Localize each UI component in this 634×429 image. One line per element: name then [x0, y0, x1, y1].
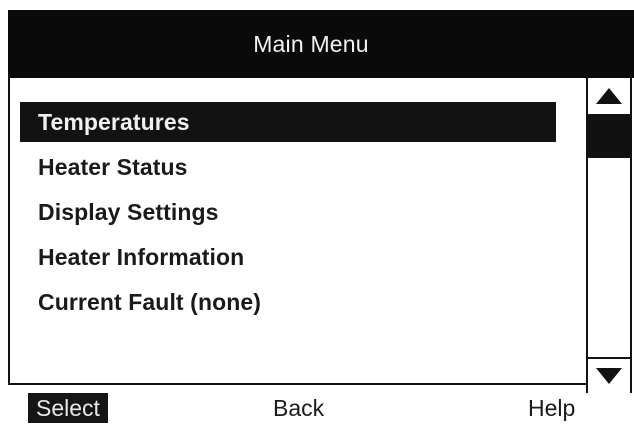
help-softkey[interactable]: Help	[528, 393, 575, 423]
triangle-down-icon	[596, 368, 622, 384]
menu-item-heater-status[interactable]: Heater Status	[20, 147, 556, 187]
scrollbar[interactable]	[586, 78, 632, 393]
menu-item-current-fault[interactable]: Current Fault (none)	[20, 282, 556, 322]
softkey-bar: Select Back Help	[8, 383, 586, 429]
triangle-up-icon	[596, 88, 622, 104]
scroll-down-button[interactable]	[588, 357, 630, 393]
menu-item-temperatures[interactable]: Temperatures	[20, 102, 556, 142]
scroll-up-button[interactable]	[588, 78, 630, 114]
back-softkey[interactable]: Back	[273, 393, 324, 423]
menu-item-display-settings[interactable]: Display Settings	[20, 192, 556, 232]
menu-list: Temperatures Heater Status Display Setti…	[8, 78, 586, 383]
scroll-thumb[interactable]	[588, 114, 630, 158]
page-title: Main Menu	[253, 30, 369, 57]
title-bar: Main Menu	[8, 10, 634, 78]
select-softkey[interactable]: Select	[28, 393, 108, 423]
menu-item-heater-information[interactable]: Heater Information	[20, 237, 556, 277]
display-screen: Main Menu Temperatures Heater Status Dis…	[8, 10, 634, 429]
